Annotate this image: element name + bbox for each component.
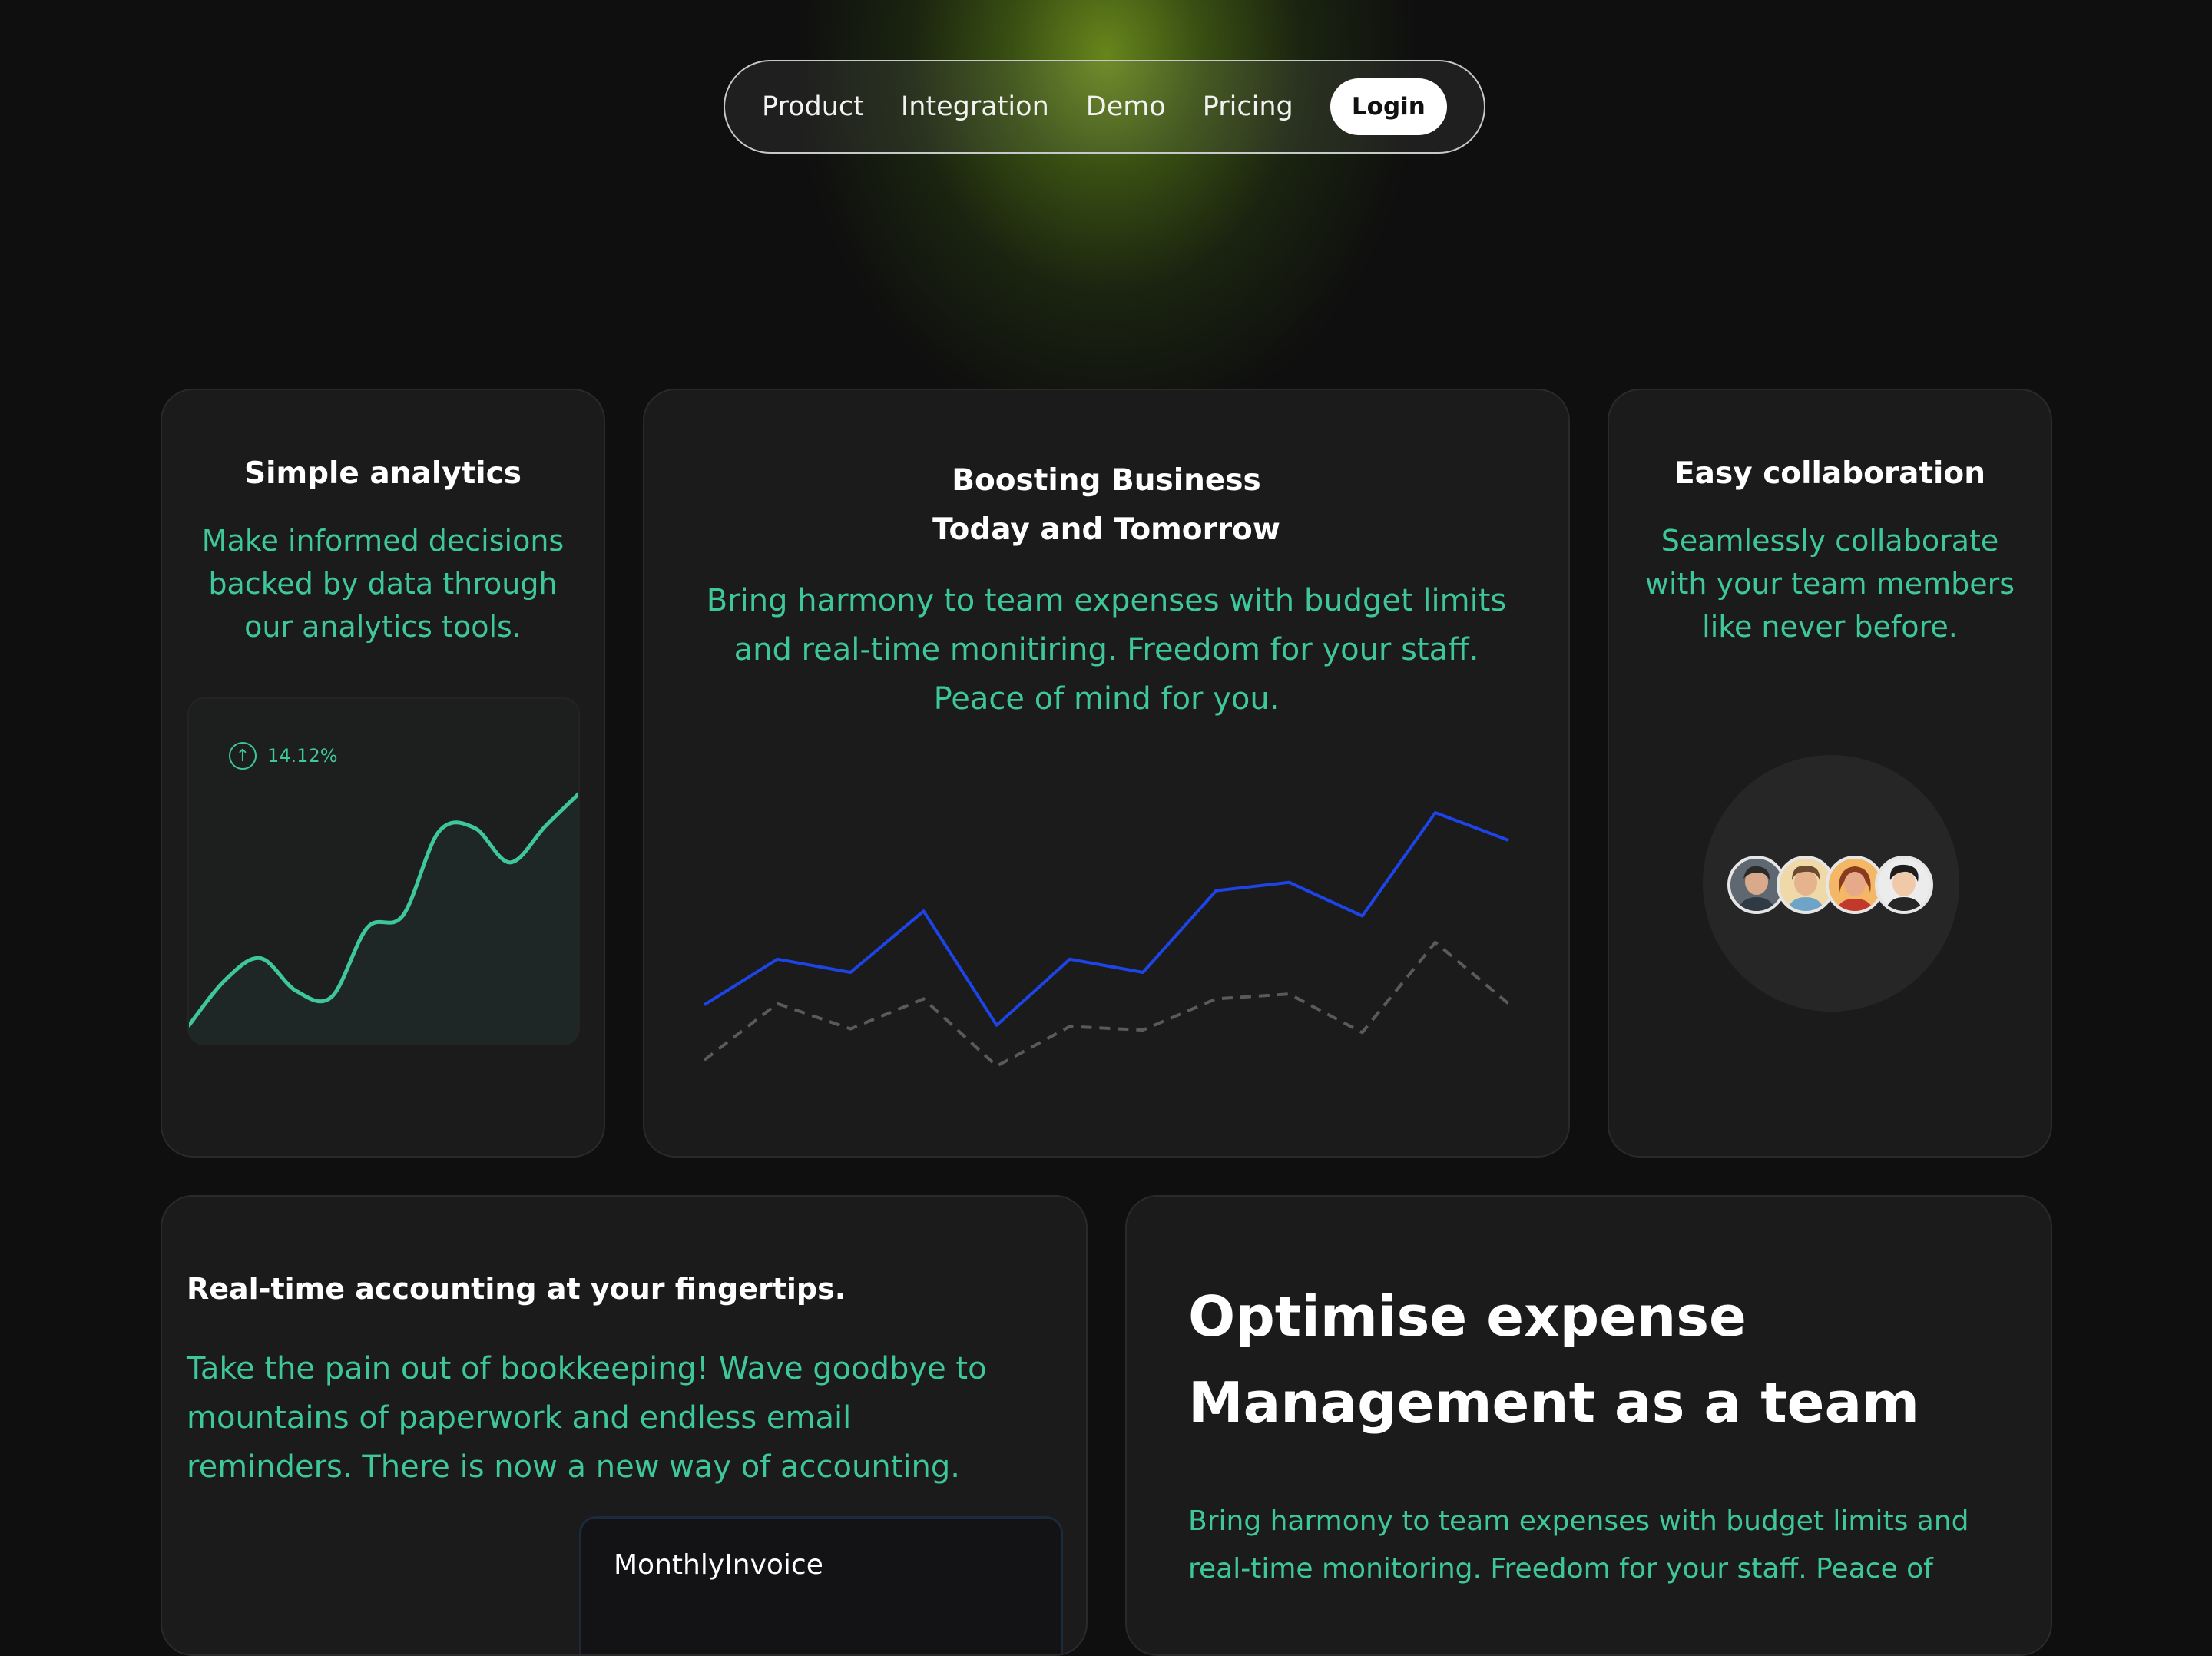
avatar-group: [1703, 755, 1959, 1012]
accounting-title: Real-time accounting at your fingertips.: [187, 1272, 846, 1306]
accounting-description: Take the pain out of bookkeeping! Wave g…: [187, 1351, 987, 1485]
login-button[interactable]: Login: [1330, 78, 1447, 135]
analytics-line-chart: [189, 791, 578, 1044]
analytics-chart-panel: ↑ 14.12%: [187, 697, 580, 1045]
collaboration-description: Seamlessly collaborate with your team me…: [1644, 524, 2015, 644]
optimise-heading: Optimise expense Management as a team: [1188, 1273, 1919, 1446]
invoice-title: MonthlyInvoice: [614, 1549, 823, 1581]
boosting-secondary-series-line: [703, 940, 1510, 1068]
nav-item-integration[interactable]: Integration: [901, 91, 1049, 122]
collaboration-card: Easy collaboration Seamlessly collaborat…: [1608, 389, 2052, 1158]
collaboration-title: Easy collaboration: [1674, 456, 1985, 491]
optimise-heading-line2: Management as a team: [1188, 1370, 1920, 1435]
monthly-invoice-panel[interactable]: MonthlyInvoice: [579, 1516, 1063, 1654]
analytics-card: Simple analytics Make informed decisions…: [161, 389, 605, 1158]
analytics-description: Make informed decisions backed by data t…: [201, 524, 565, 644]
boosting-primary-series-line: [703, 811, 1509, 1027]
optimise-heading-line1: Optimise expense: [1188, 1284, 1747, 1349]
optimise-card: Optimise expense Management as a team Br…: [1125, 1195, 2052, 1656]
nav-item-product[interactable]: Product: [762, 91, 864, 122]
nav-item-pricing[interactable]: Pricing: [1203, 91, 1293, 122]
boosting-line-chart: [703, 811, 1510, 1068]
optimise-description: Bring harmony to team expenses with budg…: [1188, 1505, 1969, 1585]
analytics-title: Simple analytics: [244, 456, 522, 491]
analytics-area-fill: [189, 793, 578, 1044]
boosting-card: Boosting Business Today and Tomorrow Bri…: [643, 389, 1570, 1158]
avatar-4[interactable]: [1875, 856, 1933, 914]
top-nav: Product Integration Demo Pricing Login: [724, 60, 1485, 154]
accounting-card: Real-time accounting at your fingertips.…: [161, 1195, 1088, 1656]
nav-item-demo[interactable]: Demo: [1086, 91, 1166, 122]
